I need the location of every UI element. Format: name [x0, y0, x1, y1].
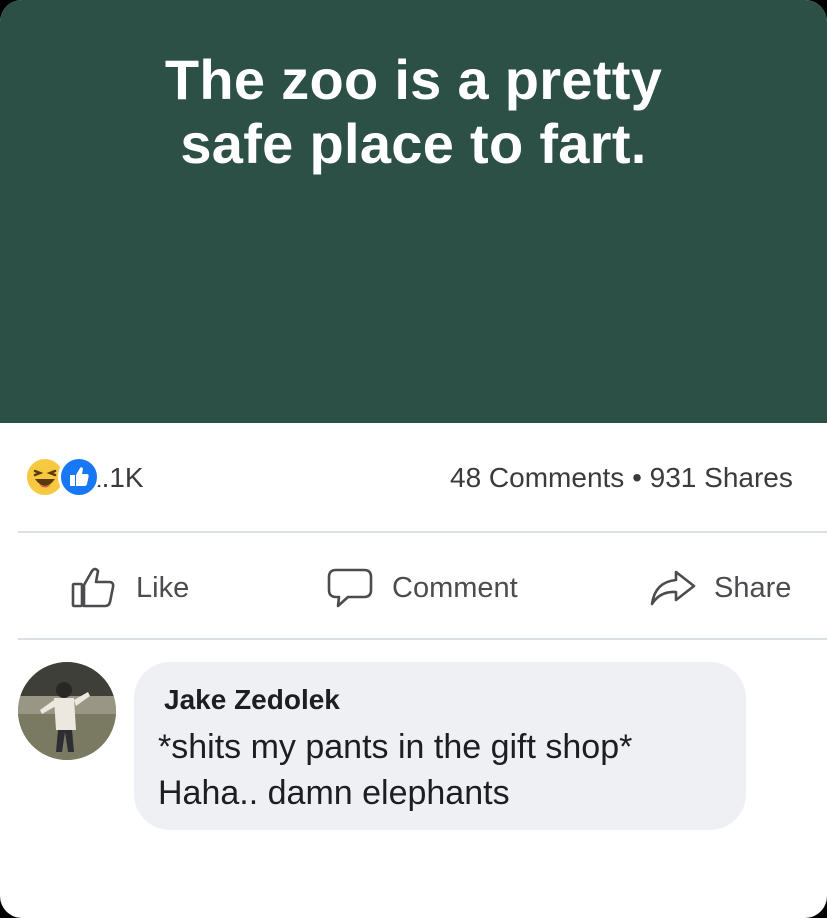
post-image[interactable]: The zoo is a pretty safe place to fart.	[0, 0, 827, 423]
commenter-name[interactable]: Jake Zedolek	[164, 684, 340, 716]
comment-bubble-icon	[327, 568, 373, 608]
divider	[18, 531, 827, 533]
share-arrow-icon	[650, 570, 696, 606]
post-image-text-line-1: The zoo is a pretty	[164, 48, 663, 111]
thumbs-up-icon	[71, 567, 115, 608]
like-button[interactable]: Like	[70, 562, 210, 612]
comment-text-line-2: Haha.. damn elephants	[158, 774, 510, 812]
like-label: Like	[136, 572, 190, 604]
commenter-avatar[interactable]	[18, 662, 116, 760]
like-reaction-icon	[58, 456, 100, 498]
reaction-stats-row: 1.1K 48 Comments • 931 Shares	[0, 448, 827, 504]
facebook-post-screenshot: The zoo is a pretty safe place to fart.	[0, 0, 827, 918]
share-label: Share	[714, 572, 792, 604]
comments-shares-count[interactable]: 48 Comments • 931 Shares	[450, 462, 793, 494]
share-button[interactable]: Share	[648, 562, 818, 612]
comment-bubble: Jake Zedolek *shits my pants in the gift…	[134, 662, 746, 830]
divider	[18, 638, 827, 640]
comment-text-line-1: *shits my pants in the gift shop*	[158, 728, 633, 766]
post-actions-bar: Like Comment Share	[0, 548, 827, 628]
post-image-text: The zoo is a pretty safe place to fart.	[60, 48, 767, 176]
comment-button[interactable]: Comment	[326, 562, 546, 612]
post-image-text-line-2: safe place to fart.	[180, 112, 647, 175]
comment-label: Comment	[392, 572, 518, 604]
